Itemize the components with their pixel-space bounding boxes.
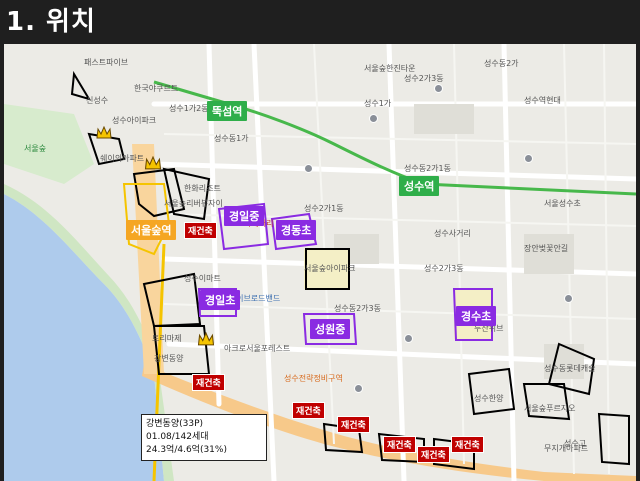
redevelop-badge[interactable]: 재건축 <box>184 222 217 239</box>
school-tag-seongwon-mid[interactable]: 성원중 <box>310 319 351 339</box>
redevelop-badge[interactable]: 재건축 <box>192 374 225 391</box>
poi-marker-icon[interactable] <box>564 294 573 303</box>
map-label: 성수동2가 <box>484 59 519 68</box>
map-label: 서울숲아이파크 <box>304 264 356 273</box>
poi-marker-icon[interactable] <box>404 334 413 343</box>
poi-marker-icon[interactable] <box>369 114 378 123</box>
map-label: 성수이마트 <box>184 274 221 283</box>
map-label: 성수아이파크 <box>112 116 157 125</box>
map-label: 성수2가3동 <box>424 264 464 273</box>
map-label: 무지개아파트 <box>544 444 589 453</box>
map-label: 성수2가3동 <box>404 74 444 83</box>
map-label: 성수동롯데캐슬 <box>544 364 596 373</box>
station-tag-ttukseom[interactable]: 뚝섬역 <box>207 101 248 121</box>
map-label: 쉐이의아파트 <box>100 154 145 163</box>
redevelop-badge[interactable]: 재건축 <box>292 402 325 419</box>
map-label: 서울숲푸르지오 <box>524 404 576 413</box>
school-tag-gyeongil-elem[interactable]: 경일초 <box>200 290 241 310</box>
map-label: 패스트파이브 <box>84 58 129 67</box>
upper-park <box>4 104 94 184</box>
map-label: 서울성수초 <box>544 199 581 208</box>
map-label: 서울숲 <box>24 144 47 153</box>
redevelop-badge[interactable]: 재건축 <box>417 446 450 463</box>
map-view[interactable]: 패스트파이브 성수1가 신성수 서울숲 성수아이파크 쉐이의아파트 서울숲리버뷰… <box>4 44 636 481</box>
school-tag-gyeongil-mid[interactable]: 경일중 <box>224 206 265 226</box>
poi-marker-icon[interactable] <box>524 154 533 163</box>
map-label: 한화리조트 <box>184 184 221 193</box>
station-tag-seongsu[interactable]: 성수역 <box>399 176 440 196</box>
poi-marker-icon[interactable] <box>354 384 363 393</box>
complex-outline <box>467 367 516 416</box>
complex-outline <box>522 383 571 421</box>
complex-info-box: 강변동양(33P) 01.08/142세대 24.3억/4.6억(31%) <box>141 414 267 461</box>
redevelop-badge[interactable]: 재건축 <box>383 436 416 453</box>
map-label: 성수역현대 <box>524 96 561 105</box>
map-label: 트리마제 <box>152 334 182 343</box>
complex-date-units: 01.08/142세대 <box>146 432 209 442</box>
map-label: 장안벚꽃안길 <box>524 244 569 253</box>
map-label: 서울숲한진타운 <box>364 64 416 73</box>
map-label: 서울숲리버뷰자이 <box>164 199 223 208</box>
map-label: 성수사거리 <box>434 229 471 238</box>
redevelop-badge[interactable]: 재건축 <box>451 436 484 453</box>
map-label: 성수1가 <box>364 99 392 108</box>
crown-icon <box>144 156 162 170</box>
school-tag-gyeongsu[interactable]: 경수초 <box>456 306 497 326</box>
map-label: 아크로서울포레스트 <box>224 344 291 353</box>
poi-marker-icon[interactable] <box>304 164 313 173</box>
complex-price: 24.3억/4.6억(31%) <box>146 445 227 455</box>
school-tag-gyeongdong[interactable]: 경동초 <box>276 220 317 240</box>
map-label: 성수1가2동 <box>169 104 209 113</box>
map-label: 성수동2가1동 <box>404 164 451 173</box>
redevelop-badge[interactable]: 재건축 <box>337 416 370 433</box>
map-label: 성수전략정비구역 <box>284 374 343 383</box>
map-label: 신성수 <box>86 96 109 105</box>
map-label: 성수한양 <box>474 394 504 403</box>
station-tag-seoul-forest[interactable]: 서울숲역 <box>126 220 177 240</box>
page-title: 1. 위치 <box>6 7 96 37</box>
poi-marker-icon[interactable] <box>434 84 443 93</box>
map-label: 성수2가1동 <box>304 204 344 213</box>
map-label: 성수동2가3동 <box>334 304 381 313</box>
crown-icon <box>96 126 112 139</box>
complex-outline <box>597 412 630 466</box>
map-label: 성수동1가 <box>214 134 249 143</box>
map-label: 강변동양 <box>154 354 184 363</box>
crown-icon <box>197 332 215 346</box>
complex-name: 강변동양(33P) <box>146 419 204 429</box>
map-label: 한국야쿠르트 <box>134 84 179 93</box>
